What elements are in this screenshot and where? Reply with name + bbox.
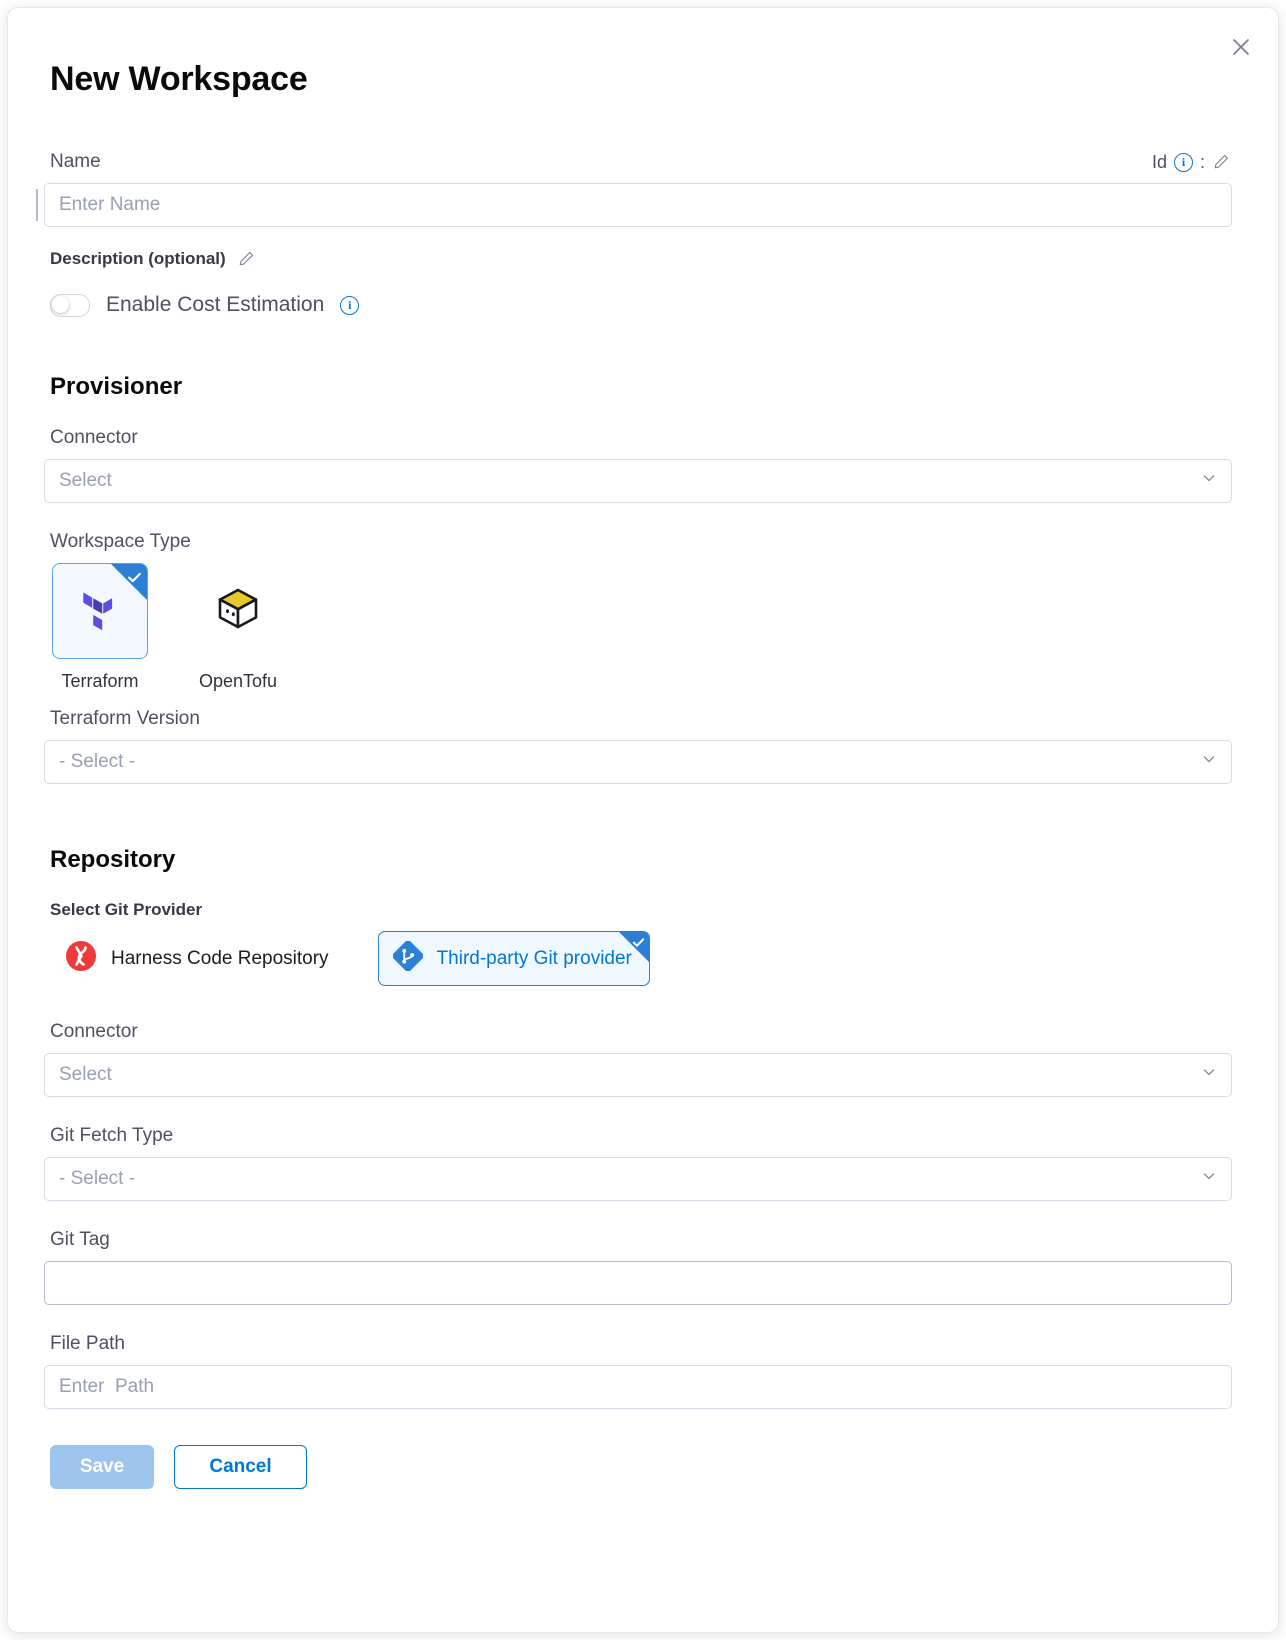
selected-corner-check xyxy=(618,932,649,962)
provisioner-connector-wrap: Select xyxy=(44,459,1232,503)
terraform-version-value: - Select - xyxy=(59,751,136,772)
id-separator: : xyxy=(1199,151,1205,172)
git-fetch-type-select[interactable]: - Select - xyxy=(44,1157,1232,1201)
name-input[interactable] xyxy=(44,183,1232,227)
git-fetch-type-label: Git Fetch Type xyxy=(50,1125,174,1146)
workspace-type-option-terraform[interactable]: Terraform xyxy=(50,563,150,692)
terraform-version-label: Terraform Version xyxy=(50,708,200,729)
name-input-wrap xyxy=(36,183,1232,227)
opentofu-card[interactable] xyxy=(190,563,286,659)
harness-icon xyxy=(65,940,97,977)
provisioner-connector-select[interactable]: Select xyxy=(44,459,1232,503)
harness-provider-label: Harness Code Repository xyxy=(111,947,329,969)
cost-estimation-label: Enable Cost Estimation xyxy=(106,293,325,316)
git-provider-options: Harness Code Repository Third-party Git … xyxy=(50,930,1232,987)
provisioner-heading: Provisioner xyxy=(50,373,183,400)
chevron-down-icon xyxy=(1201,1064,1217,1086)
thirdparty-provider-label: Third-party Git provider xyxy=(436,947,632,969)
focus-accent-bar xyxy=(36,189,38,221)
workspace-type-option-opentofu[interactable]: OpenTofu xyxy=(188,563,288,692)
repository-connector-select[interactable]: Select xyxy=(44,1053,1232,1097)
page-title: New Workspace xyxy=(50,60,308,98)
name-label-row: Name Id i : xyxy=(44,151,1232,173)
repository-connector-value: Select xyxy=(59,1064,112,1085)
file-path-input[interactable] xyxy=(44,1365,1232,1409)
info-icon[interactable]: i xyxy=(1173,152,1193,172)
toggle-knob xyxy=(52,295,69,313)
file-path-label: File Path xyxy=(50,1333,125,1354)
file-path-wrap xyxy=(44,1365,1232,1409)
repository-connector-label: Connector xyxy=(50,1021,138,1042)
terraform-card[interactable] xyxy=(52,563,148,659)
description-label: Description (optional) xyxy=(50,249,226,268)
workspace-type-options: Terraform OpenTofu xyxy=(50,563,1232,692)
info-icon[interactable]: i xyxy=(340,295,360,315)
cost-estimation-row: Enable Cost Estimation i xyxy=(50,293,1232,317)
cost-estimation-toggle[interactable] xyxy=(50,293,90,317)
terraform-label: Terraform xyxy=(61,671,139,691)
git-provider-option-harness[interactable]: Harness Code Repository xyxy=(50,930,344,987)
chevron-down-icon xyxy=(1201,470,1217,492)
pencil-icon[interactable] xyxy=(1212,153,1230,171)
repository-connector-wrap: Select xyxy=(44,1053,1232,1097)
provisioner-connector-label: Connector xyxy=(50,427,138,448)
chevron-down-icon xyxy=(1201,1168,1217,1190)
dialog-content: New Workspace Name Id i : Enter Name Des… xyxy=(8,8,1278,1632)
git-fetch-type-value: - Select - xyxy=(59,1168,136,1189)
id-group: Id i : xyxy=(1152,152,1230,173)
repository-heading: Repository xyxy=(50,846,176,873)
name-label: Name xyxy=(50,151,101,172)
git-tag-label: Git Tag xyxy=(50,1229,110,1250)
pencil-icon[interactable] xyxy=(237,250,255,268)
description-row[interactable]: Description (optional) xyxy=(50,249,1232,269)
provisioner-connector-value: Select xyxy=(59,470,112,491)
cancel-button[interactable]: Cancel xyxy=(174,1445,307,1489)
workspace-type-label: Workspace Type xyxy=(50,531,191,552)
git-icon xyxy=(391,940,424,976)
save-button[interactable]: Save xyxy=(50,1445,154,1489)
git-tag-input[interactable] xyxy=(44,1261,1232,1305)
new-workspace-dialog: New Workspace Name Id i : Enter Name Des… xyxy=(8,8,1278,1632)
terraform-version-wrap: - Select - xyxy=(44,740,1232,784)
selected-corner-check xyxy=(111,564,147,600)
screen-root: New Workspace Name Id i : Enter Name Des… xyxy=(0,0,1286,1640)
select-git-provider-label: Select Git Provider xyxy=(50,900,203,919)
dialog-footer: Save Cancel xyxy=(50,1445,1232,1489)
opentofu-label: OpenTofu xyxy=(198,671,278,691)
chevron-down-icon xyxy=(1201,751,1217,773)
id-label: Id xyxy=(1151,151,1167,172)
git-tag-wrap xyxy=(44,1261,1232,1305)
opentofu-icon xyxy=(215,585,261,638)
git-fetch-type-wrap: - Select - xyxy=(44,1157,1232,1201)
git-provider-option-thirdparty[interactable]: Third-party Git provider xyxy=(377,931,650,986)
terraform-version-select[interactable]: - Select - xyxy=(44,740,1232,784)
